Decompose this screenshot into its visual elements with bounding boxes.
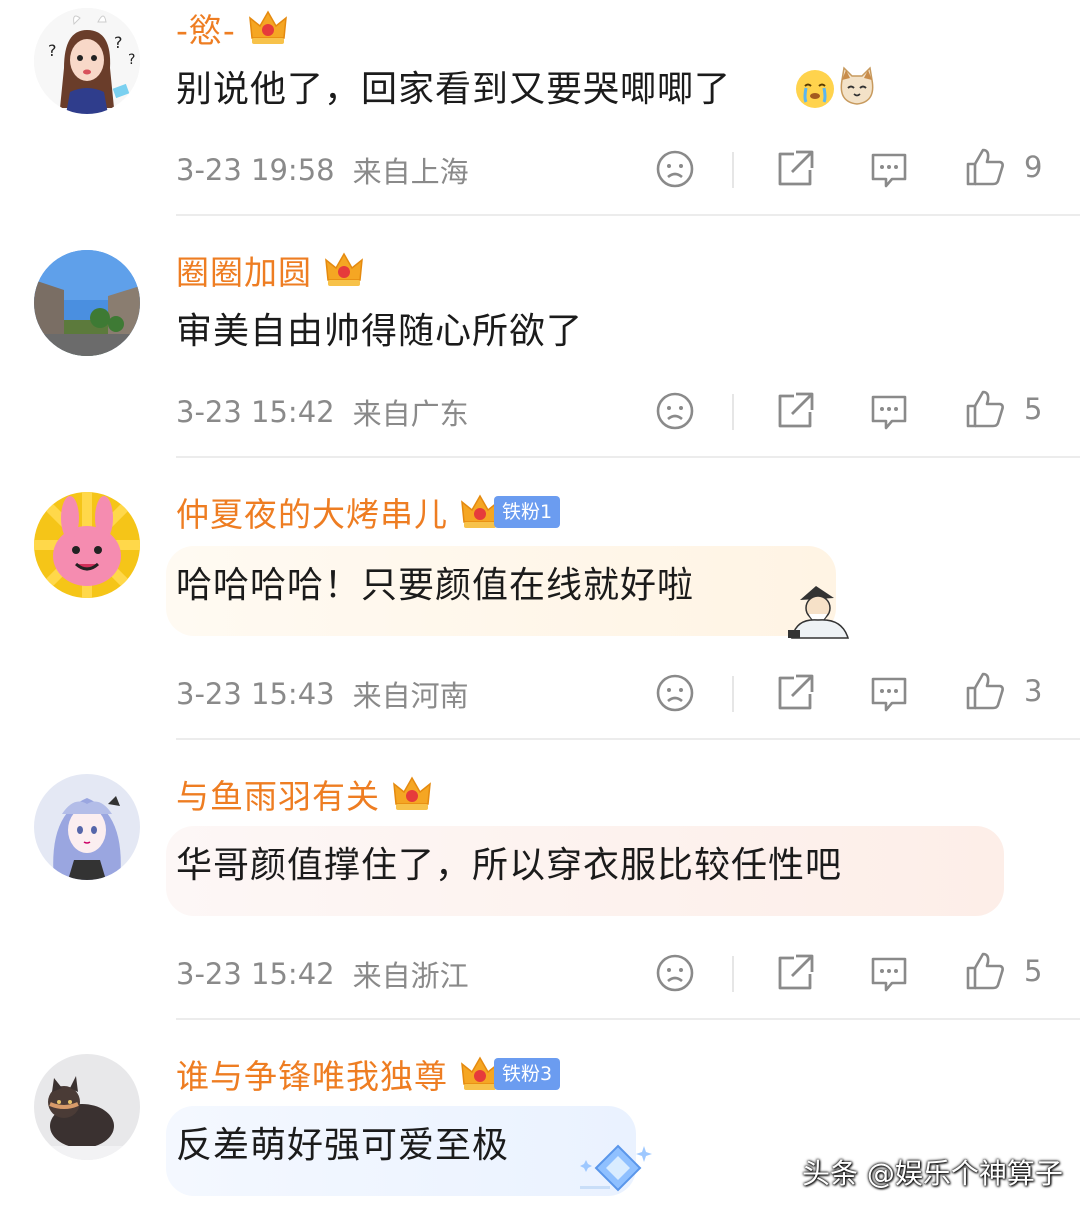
avatar[interactable] [34,1054,140,1160]
username-row: -慾- [176,6,288,50]
dislike-icon[interactable] [654,952,696,994]
comment-location: 来自上海 [352,155,469,189]
like-icon[interactable] [964,950,1006,992]
crown-icon [248,8,288,48]
comment-time: 3-23 15:42 [176,957,335,991]
crown-icon [392,774,432,814]
divider [732,152,734,188]
dislike-icon[interactable] [654,148,696,190]
like-count: 5 [1024,392,1043,426]
crying-face-emoji [794,68,836,114]
comment-item: ? ? ? -慾- 别说他了，回家看到又要哭唧唧了 3-23 19:58 来自上… [0,0,1080,216]
comment-location: 来自河南 [352,679,469,713]
comment-item: 仲夏夜的大烤串儿 铁粉1 哈哈哈哈！只要颜值在线就好啦 3-23 15:43 来… [0,458,1080,740]
svg-text:?: ? [128,52,135,68]
comment-item: 圈圈加圆 审美自由帅得随心所欲了 3-23 15:42 来自广东 5 [0,216,1080,458]
dislike-icon[interactable] [654,390,696,432]
divider [732,676,734,712]
share-icon[interactable] [774,148,816,190]
diamond-sticker [578,1138,654,1204]
divider [732,956,734,992]
comment-location: 来自浙江 [352,959,469,993]
comment-icon[interactable] [868,148,910,190]
share-icon[interactable] [774,672,816,714]
like-icon[interactable] [964,388,1006,430]
username-row: 仲夏夜的大烤串儿 铁粉1 [176,488,561,536]
username[interactable]: -慾- [176,4,236,52]
scholar-sticker [786,580,852,644]
comment-body: 哈哈哈哈！只要颜值在线就好啦 [176,565,695,606]
comment-location: 来自广东 [352,397,469,431]
like-count: 5 [1024,954,1043,988]
meta-row: 3-23 19:58 来自上海 [176,150,469,190]
avatar[interactable] [34,492,140,598]
like-icon[interactable] [964,146,1006,188]
share-icon[interactable] [774,390,816,432]
like-count: 9 [1024,150,1043,184]
comment-body: 别说他了，回家看到又要哭唧唧了 [176,69,732,110]
username-row: 谁与争锋唯我独尊 铁粉3 [176,1050,561,1098]
username[interactable]: 谁与争锋唯我独尊 [176,1050,448,1098]
fan-badge: 铁粉1 [494,496,561,528]
svg-text:?: ? [114,33,123,52]
avatar[interactable] [34,774,140,880]
comment-body: 华哥颜值撑住了，所以穿衣服比较任性吧 [176,845,843,886]
meta-row: 3-23 15:43 来自河南 [176,674,469,714]
comment-icon[interactable] [868,390,910,432]
username-row: 与鱼雨羽有关 [176,772,432,816]
fan-badge: 铁粉3 [494,1058,561,1090]
avatar[interactable] [34,250,140,356]
like-count: 3 [1024,674,1043,708]
comment-body: 反差萌好强可爱至极 [176,1125,510,1166]
avatar[interactable]: ? ? ? [34,8,140,114]
comment-icon[interactable] [868,952,910,994]
username[interactable]: 与鱼雨羽有关 [176,770,380,818]
comment-time: 3-23 15:43 [176,677,335,711]
comment-icon[interactable] [868,672,910,714]
watermark: 头条 @娱乐个神算子 [802,1157,1063,1190]
comment-time: 3-23 15:42 [176,395,335,429]
cat-emoji [836,66,878,112]
meta-row: 3-23 15:42 来自广东 [176,392,469,432]
username-row: 圈圈加圆 [176,248,364,292]
dislike-icon[interactable] [654,672,696,714]
comment-body: 审美自由帅得随心所欲了 [176,311,584,352]
share-icon[interactable] [774,952,816,994]
crown-icon [324,250,364,290]
svg-text:?: ? [48,41,57,60]
like-icon[interactable] [964,670,1006,712]
divider [732,394,734,430]
comment-time: 3-23 19:58 [176,153,335,187]
username[interactable]: 仲夏夜的大烤串儿 [176,488,448,536]
comment-item: 与鱼雨羽有关 华哥颜值撑住了，所以穿衣服比较任性吧 3-23 15:42 来自浙… [0,740,1080,1020]
meta-row: 3-23 15:42 来自浙江 [176,954,469,994]
username[interactable]: 圈圈加圆 [176,246,312,294]
